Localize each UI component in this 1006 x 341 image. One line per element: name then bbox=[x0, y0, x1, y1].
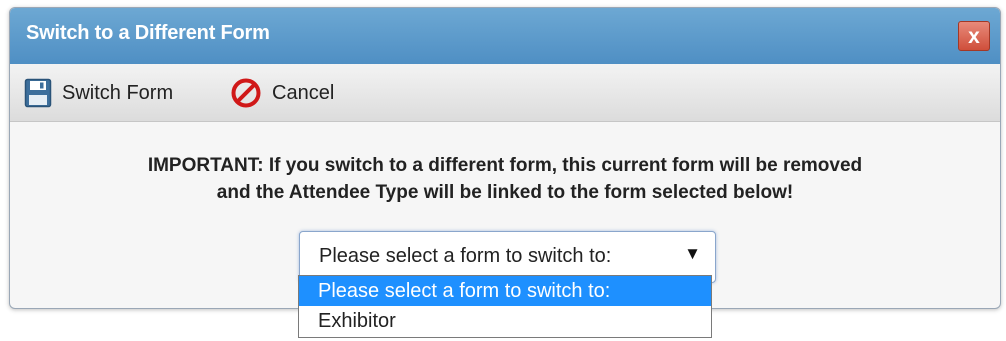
message-line-2: and the Attendee Type will be linked to … bbox=[216, 182, 794, 203]
page: Switch to a Different Form x Switch Form bbox=[0, 0, 1006, 341]
dialog-title: Switch to a Different Form bbox=[26, 22, 270, 44]
form-select-dropdown: Please select a form to switch to: Exhib… bbox=[298, 275, 712, 338]
no-entry-icon bbox=[230, 77, 262, 109]
dropdown-option[interactable]: Exhibitor bbox=[299, 306, 711, 336]
important-message: IMPORTANT: If you switch to a different … bbox=[10, 152, 1000, 206]
switch-form-dialog: Switch to a Different Form x Switch Form bbox=[9, 7, 1001, 309]
caret-down-icon: ▼ bbox=[684, 244, 701, 263]
switch-form-label: Switch Form bbox=[62, 81, 174, 104]
dropdown-option[interactable]: Please select a form to switch to: bbox=[299, 276, 711, 306]
dialog-titlebar[interactable]: Switch to a Different Form x bbox=[10, 8, 1000, 64]
close-button[interactable]: x bbox=[958, 21, 990, 51]
floppy-disk-icon bbox=[24, 78, 52, 108]
dialog-toolbar: Switch Form Cancel bbox=[10, 64, 1000, 122]
switch-form-button[interactable]: Switch Form bbox=[24, 78, 173, 108]
message-line-1: IMPORTANT: If you switch to a different … bbox=[147, 155, 863, 176]
cancel-button[interactable]: Cancel bbox=[230, 78, 334, 108]
close-icon: x bbox=[968, 25, 980, 48]
cancel-label: Cancel bbox=[272, 81, 335, 104]
form-select-value: Please select a form to switch to: bbox=[319, 245, 612, 267]
